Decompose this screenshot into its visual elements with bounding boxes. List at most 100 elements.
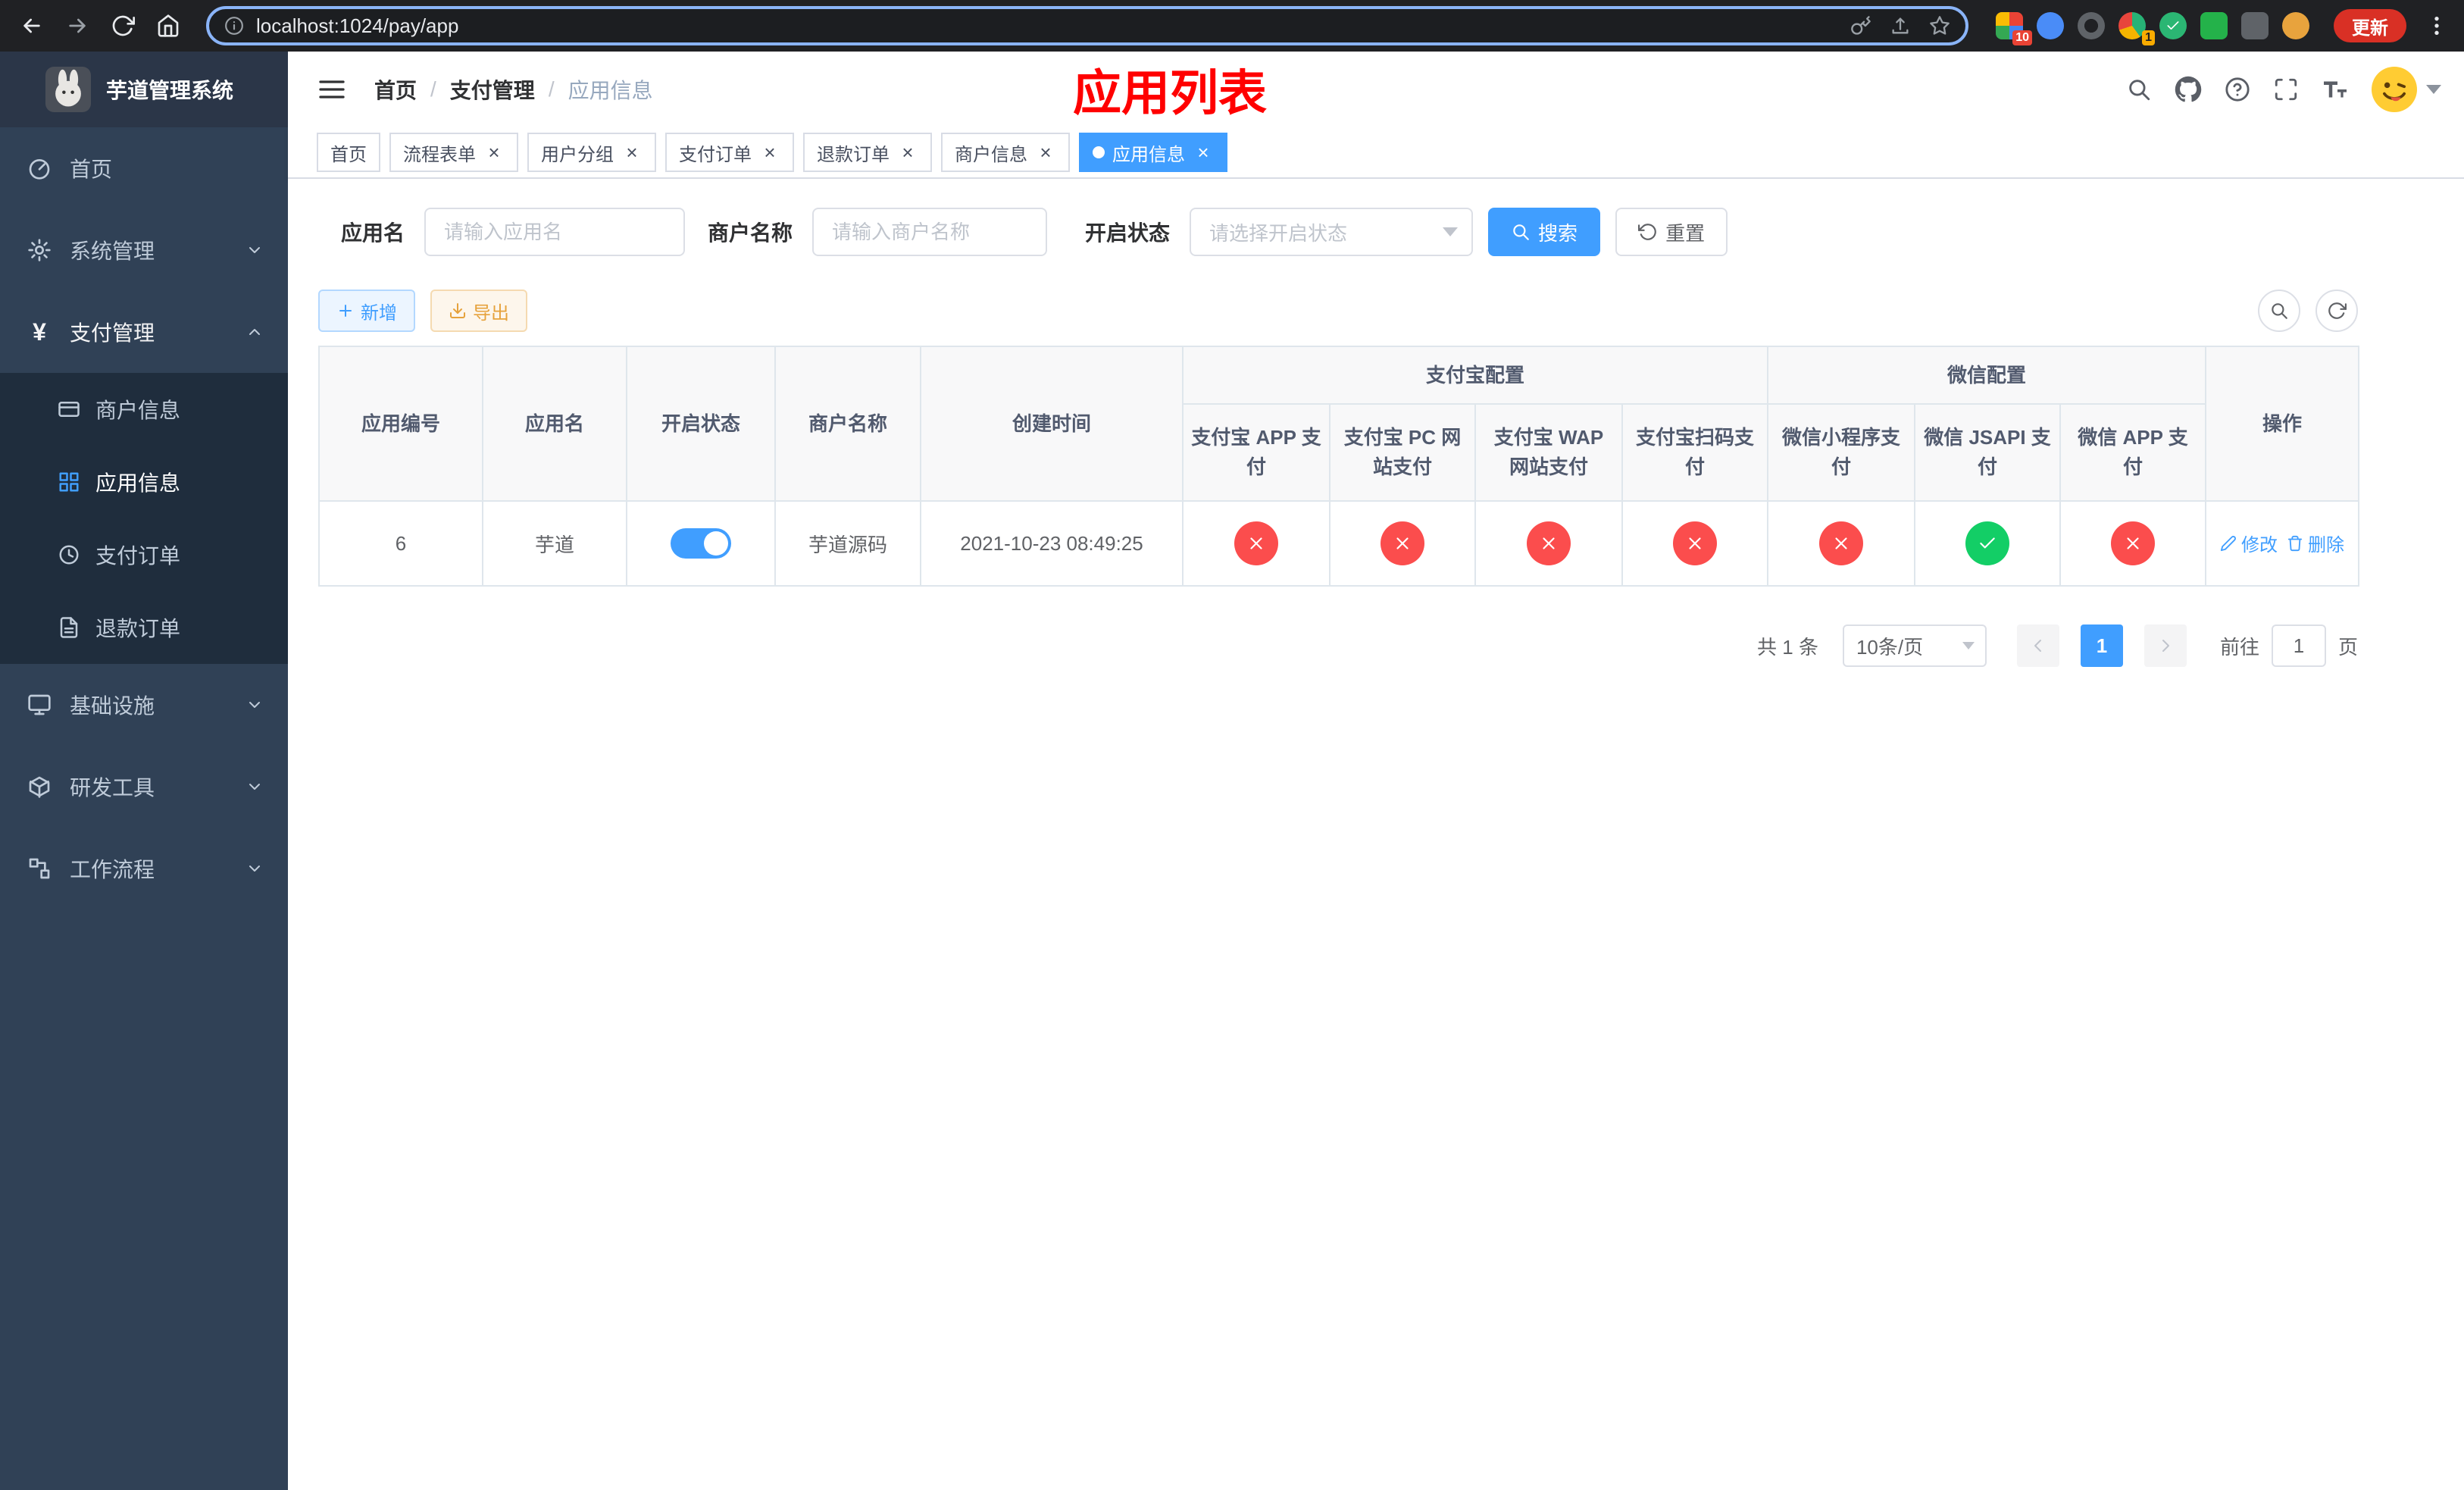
extension-icon[interactable] [2078,12,2105,39]
extension-icon[interactable]: 10 [1996,12,2032,45]
merchant-name-label: 商户名称 [708,221,793,245]
wechat-jsapi-status-icon [1965,521,2010,565]
breadcrumb-payment[interactable]: 支付管理 [450,74,535,105]
site-info-icon[interactable] [224,16,244,36]
tab-close-icon[interactable] [1193,142,1214,163]
sidebar-item-merchant-info[interactable]: 商户信息 [0,373,288,446]
sidebar-item-payment-orders[interactable]: 支付订单 [0,518,288,591]
toggle-search-button[interactable] [2258,290,2300,332]
plus-icon [339,305,352,317]
sidebar: 芋道管理系统 首页 系统管理 ¥ 支付管理 商户信息 应用信息 支付订单 退款订… [0,52,288,1490]
merchant-name-input[interactable] [812,208,1048,256]
search-button[interactable]: 搜索 [1488,208,1601,256]
tab-app-info[interactable]: 应用信息 [1079,133,1227,172]
share-icon[interactable] [1890,15,1911,36]
app-name-label: 应用名 [341,221,405,245]
tab-refund-orders[interactable]: 退款订单 [803,133,932,172]
sidebar-item-refund-orders[interactable]: 退款订单 [0,591,288,664]
tab-close-icon[interactable] [483,142,505,163]
delete-button[interactable]: 删除 [2287,530,2344,556]
bookmark-star-icon[interactable] [1929,15,1950,36]
refresh-table-button[interactable] [2315,290,2358,332]
tab-close-icon[interactable] [759,142,780,163]
sidebar-item-payment[interactable]: ¥ 支付管理 [0,291,288,373]
active-dot [1093,146,1105,158]
export-button[interactable]: 导出 [430,290,527,332]
delete-button-label: 删除 [2308,535,2345,556]
extension-icon[interactable] [2200,12,2228,39]
workflow-icon [27,856,52,881]
search-icon[interactable] [2126,77,2152,102]
breadcrumb-home[interactable]: 首页 [374,74,417,105]
github-icon[interactable] [2175,76,2202,103]
extension-icon[interactable] [2037,12,2064,39]
tab-close-icon[interactable] [621,142,643,163]
alipay-pc-status-icon [1381,521,1424,565]
app-logo[interactable]: 芋道管理系统 [0,52,288,127]
tab-close-icon[interactable] [1035,142,1056,163]
page-size-select[interactable]: 10条/页 [1842,624,1987,667]
chevron-down-icon [1962,642,1975,650]
extension-icon[interactable]: 1 [2118,12,2155,45]
app-name-input[interactable] [424,208,686,256]
sidebar-item-dev-tools[interactable]: 研发工具 [0,746,288,828]
breadcrumb-separator: / [430,77,436,101]
browser-reload-button[interactable] [103,6,142,45]
gear-icon [27,238,52,262]
browser-update-button[interactable]: 更新 [2334,9,2406,42]
add-button[interactable]: 新增 [318,290,415,332]
sidebar-item-home[interactable]: 首页 [0,127,288,209]
browser-back-button[interactable] [12,6,52,45]
export-button-label: 导出 [473,302,509,324]
tab-user-group[interactable]: 用户分组 [527,133,656,172]
sidebar-item-label: 工作流程 [70,858,155,881]
col-header-wechat-jsapi: 微信 JSAPI 支付 [1914,403,2062,502]
status-toggle[interactable] [671,528,731,559]
sidebar-item-label: 基础设施 [70,694,155,718]
next-page-button[interactable] [2143,624,2187,667]
sidebar-item-system[interactable]: 系统管理 [0,209,288,291]
reset-button[interactable]: 重置 [1615,208,1728,256]
chevron-up-icon [245,323,264,341]
status-select[interactable]: 请选择开启状态 [1190,208,1474,256]
address-bar[interactable]: localhost:1024/pay/app [206,6,1968,45]
password-key-icon[interactable] [1850,15,1871,36]
col-header-actions: 操作 [2205,346,2360,502]
page-title: 应用列表 [1073,66,1267,121]
sidebar-toggle-button[interactable] [311,68,353,111]
tab-process-form[interactable]: 流程表单 [389,133,518,172]
hamburger-icon [319,80,345,99]
sidebar-item-label: 支付订单 [95,544,181,568]
wechat-mini-status-icon [1819,521,1864,565]
reload-icon [112,15,135,36]
extension-icon[interactable] [2282,12,2309,39]
prev-page-button[interactable] [2016,624,2059,667]
tab-home[interactable]: 首页 [317,133,380,172]
goto-page-input[interactable] [2271,624,2326,667]
tab-merchant-info[interactable]: 商户信息 [941,133,1070,172]
tab-close-icon[interactable] [897,142,918,163]
url-text: localhost:1024/pay/app [256,14,459,37]
sidebar-item-infrastructure[interactable]: 基础设施 [0,664,288,746]
browser-home-button[interactable] [149,6,188,45]
fullscreen-icon[interactable] [2273,77,2299,102]
edit-button[interactable]: 修改 [2220,530,2278,556]
browser-forward-button[interactable] [58,6,97,45]
chevron-left-icon [2034,640,2041,652]
user-menu[interactable] [2372,67,2441,112]
extensions-area: 10 1 [1987,12,2319,45]
extension-icon[interactable] [2159,12,2187,39]
sidebar-item-workflow[interactable]: 工作流程 [0,828,288,909]
grid-icon [58,471,80,493]
extension-icon[interactable] [2241,12,2269,39]
sidebar-item-app-info[interactable]: 应用信息 [0,446,288,518]
caret-down-icon [2426,85,2441,94]
help-icon[interactable] [2225,77,2250,102]
browser-menu-button[interactable] [2422,6,2452,45]
font-size-icon[interactable] [2322,76,2349,103]
col-group-alipay: 支付宝配置 [1181,346,1769,405]
page-number-1[interactable]: 1 [2080,624,2123,667]
tab-label: 用户分组 [541,144,614,165]
tab-payment-orders[interactable]: 支付订单 [665,133,794,172]
refresh-icon [2328,302,2347,319]
